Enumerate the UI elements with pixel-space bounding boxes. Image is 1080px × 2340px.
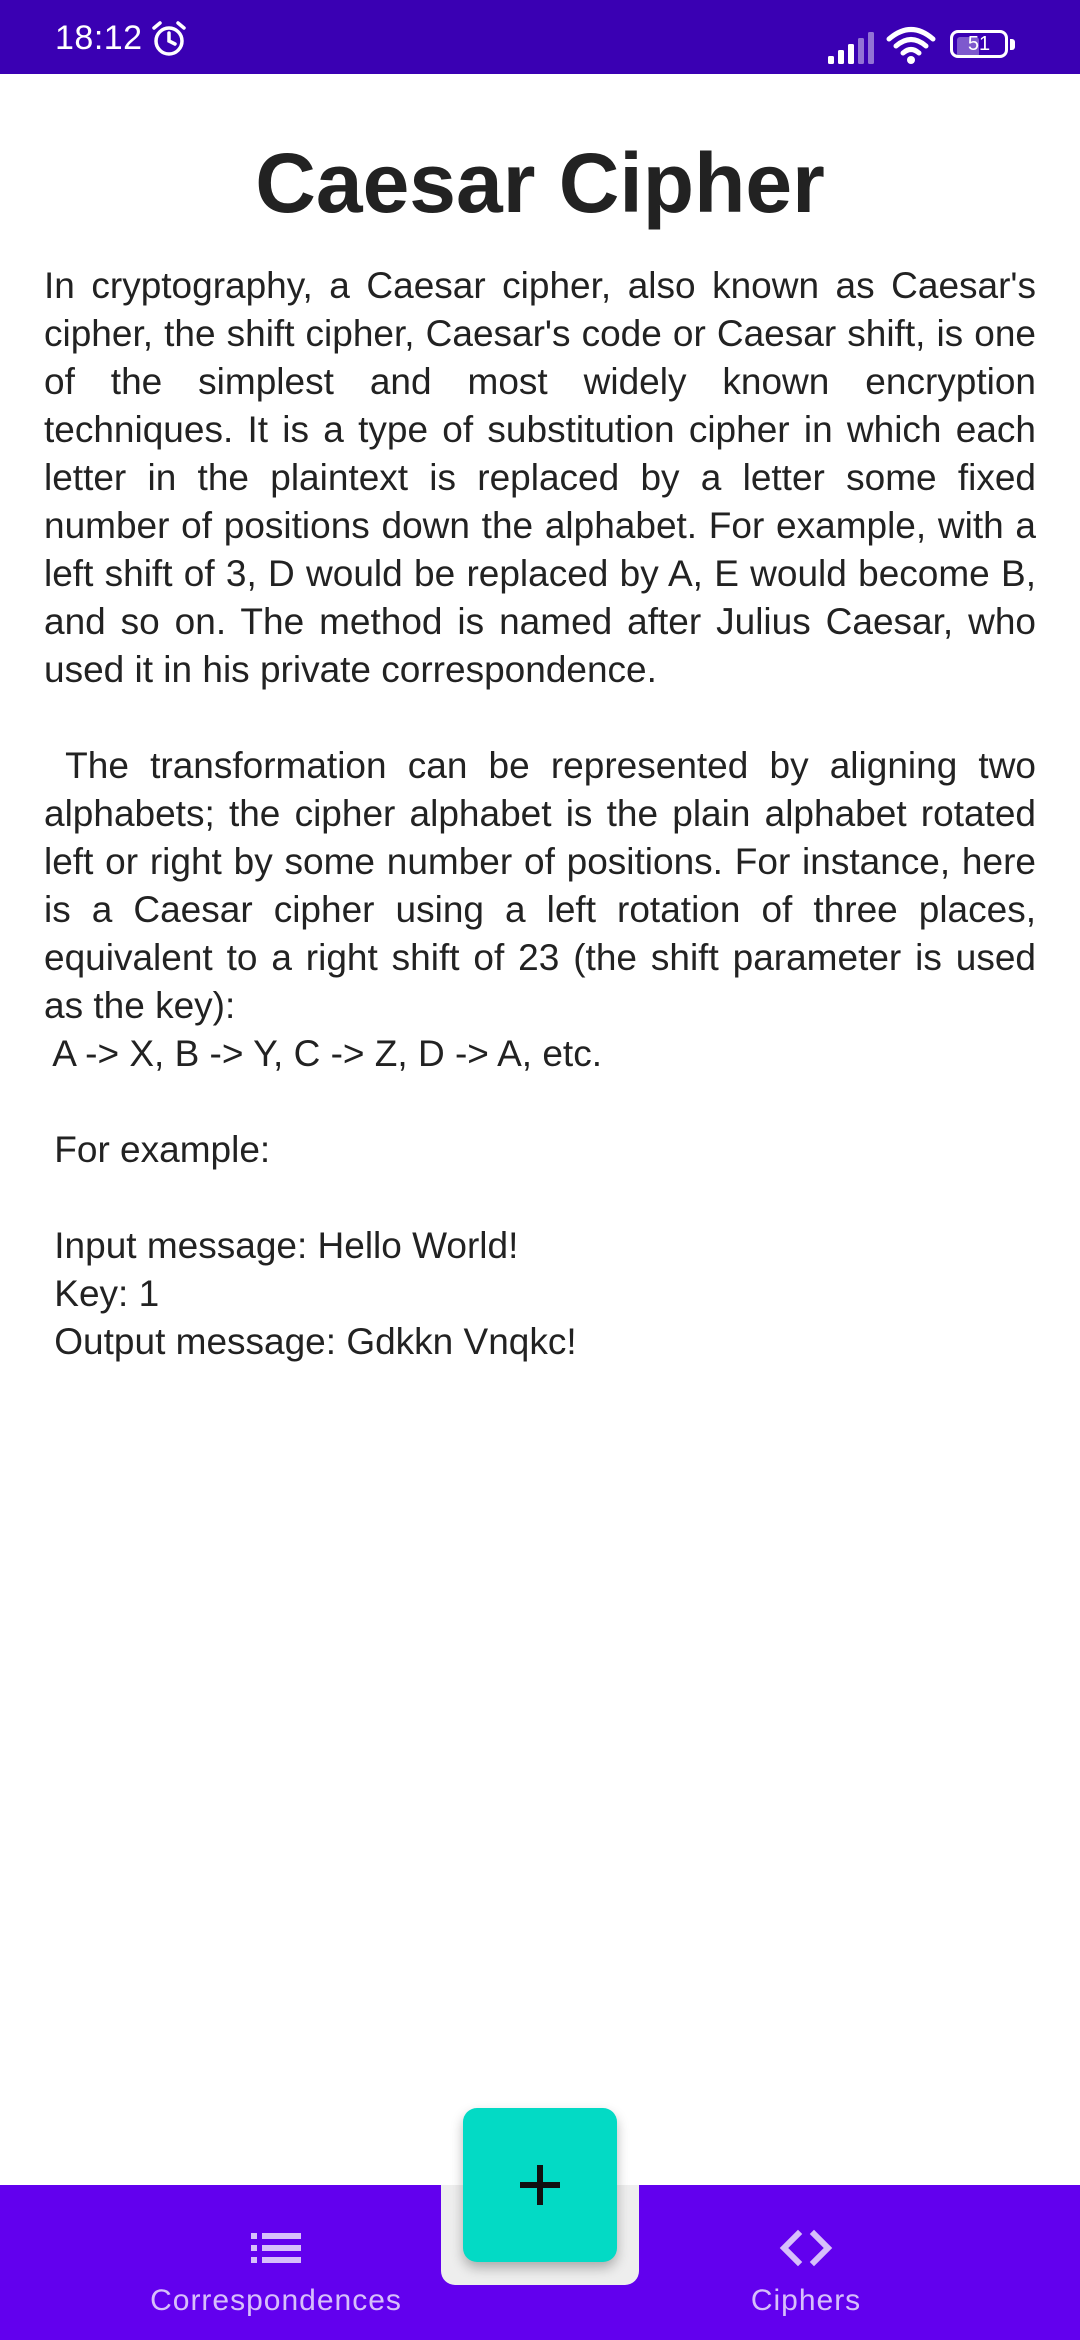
paragraph-intro: In cryptography, a Caesar cipher, also k… [44, 265, 1036, 690]
nav-label-correspondences: Correspondences [150, 2284, 402, 2317]
code-icon [779, 2229, 833, 2267]
nav-item-ciphers[interactable]: Ciphers [626, 2200, 986, 2330]
plus-icon [520, 2165, 560, 2205]
alarm-icon [152, 21, 186, 56]
example-output: Output message: Gdkkn Vnqkc! [44, 1321, 577, 1362]
paragraph-transformation: The transformation can be represented by… [44, 745, 1047, 1026]
example-key: Key: 1 [44, 1273, 160, 1314]
description-text: In cryptography, a Caesar cipher, also k… [44, 262, 1036, 1366]
add-button[interactable] [463, 2108, 617, 2262]
list-icon [251, 2233, 301, 2263]
battery-percentage: 51 [967, 33, 991, 55]
wifi-icon [886, 27, 936, 64]
status-bar: 18:12 51 [0, 0, 1080, 74]
nav-item-correspondences[interactable]: Correspondences [96, 2200, 456, 2330]
signal-icon [828, 32, 874, 64]
mapping-line: A -> X, B -> Y, C -> Z, D -> A, etc. [44, 1033, 602, 1074]
example-heading: For example: [44, 1129, 271, 1170]
battery-icon: 51 [950, 30, 1016, 62]
page-title: Caesar Cipher [255, 136, 825, 230]
nav-label-ciphers: Ciphers [750, 2284, 862, 2317]
status-time: 18:12 [55, 19, 143, 57]
example-input: Input message: Hello World! [44, 1225, 519, 1266]
battery-cap [1010, 39, 1015, 50]
